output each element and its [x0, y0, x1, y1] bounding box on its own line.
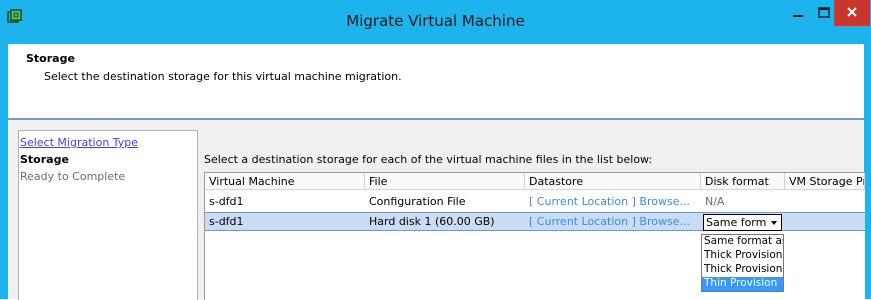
- column-header-file[interactable]: File: [365, 173, 525, 190]
- disk-format-select-value: Same forma: [706, 216, 766, 229]
- window-frame-right: [864, 44, 871, 299]
- dropdown-option-thick-provision-eager[interactable]: Thick Provision: [702, 263, 783, 277]
- cell-file: Hard disk 1 (60.00 GB): [369, 215, 495, 228]
- window-title: Migrate Virtual Machine: [346, 12, 525, 30]
- dropdown-option-thin-provision[interactable]: Thin Provision: [702, 277, 783, 291]
- close-icon: [847, 7, 857, 17]
- nav-step-storage: Storage: [20, 153, 69, 166]
- wizard-header: Storage Select the destination storage f…: [8, 44, 864, 118]
- column-header-virtual-machine[interactable]: Virtual Machine: [205, 173, 365, 190]
- cell-file: Configuration File: [369, 195, 466, 208]
- chevron-down-icon[interactable]: [768, 217, 780, 229]
- cell-disk-format: N/A: [705, 195, 725, 208]
- disk-format-select[interactable]: Same forma: [703, 214, 782, 231]
- page-title: Storage: [26, 52, 75, 65]
- close-button[interactable]: [834, 0, 870, 26]
- disk-format-dropdown: Same format as Thick Provision Thick Pro…: [701, 234, 784, 292]
- column-header-disk-format[interactable]: Disk format: [701, 173, 785, 190]
- page-description: Select the destination storage for this …: [44, 70, 402, 83]
- column-header-vm-storage-profile[interactable]: VM Storage Pro: [785, 173, 865, 190]
- window-frame-left: [0, 44, 8, 299]
- nav-step-ready-to-complete: Ready to Complete: [20, 170, 126, 183]
- table-row[interactable]: s-dfd1 Configuration File [ Current Loca…: [205, 193, 865, 212]
- cell-datastore-browse[interactable]: [ Current Location ] Browse...: [529, 215, 690, 228]
- cell-datastore-browse[interactable]: [ Current Location ] Browse...: [529, 195, 690, 208]
- cell-vm: s-dfd1: [209, 195, 244, 208]
- dropdown-option-same-format[interactable]: Same format as: [702, 235, 783, 249]
- instruction-text: Select a destination storage for each of…: [204, 153, 653, 166]
- dropdown-option-thick-provision-lazy[interactable]: Thick Provision: [702, 249, 783, 263]
- cell-vm: s-dfd1: [209, 215, 244, 228]
- column-header-datastore[interactable]: Datastore: [525, 173, 701, 190]
- nav-step-select-migration-type[interactable]: Select Migration Type: [20, 136, 138, 149]
